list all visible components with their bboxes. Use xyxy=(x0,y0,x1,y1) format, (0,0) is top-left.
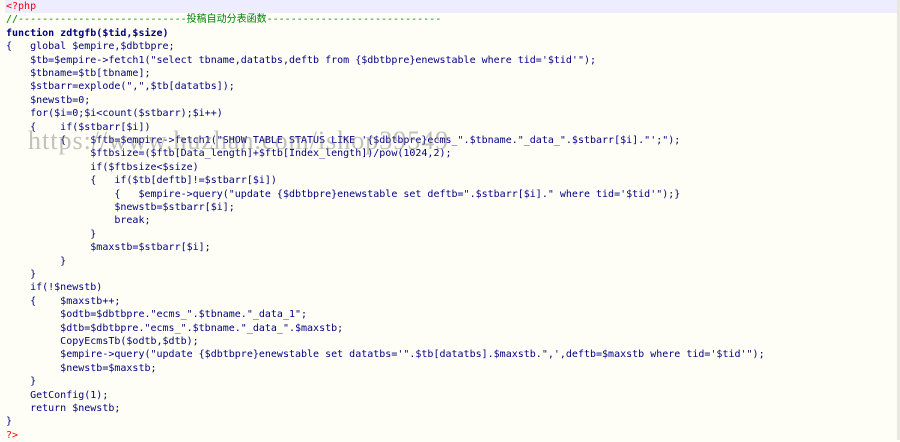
code-line[interactable]: { global $empire,$dbtbpre; xyxy=(6,40,175,53)
code-line[interactable]: $newstb=0; xyxy=(6,94,90,107)
code-line[interactable]: $empire->query("update {$dbtbpre}enewsta… xyxy=(6,348,764,361)
code-line[interactable]: { $empire->query("update {$dbtbpre}enews… xyxy=(6,188,680,201)
code-line[interactable]: $tbname=$tb[tbname]; xyxy=(6,67,150,80)
code-line[interactable]: $dtb=$dbtbpre."ecms_".$tbname."_data_".$… xyxy=(6,322,343,335)
code-line[interactable]: } xyxy=(6,375,36,388)
code-line[interactable]: $stbarr=explode(",",$tb[datatbs]); xyxy=(6,80,235,93)
code-line[interactable]: CopyEcmsTb($odtb,$dtb); xyxy=(6,335,198,348)
code-line[interactable]: { if($tb[deftb]!=$stbarr[$i]) xyxy=(6,174,277,187)
code-line[interactable]: if($ftbsize<$size) xyxy=(6,161,198,174)
watermark-text: https://www.huzhan.com/ishop39549 xyxy=(28,126,450,155)
code-line[interactable]: //----------------------------投稿自动分表函数--… xyxy=(6,13,441,26)
code-editor[interactable]: <?php//----------------------------投稿自动分… xyxy=(0,0,900,441)
code-line[interactable]: for($i=0;$i<count($stbarr);$i++) xyxy=(6,107,223,120)
code-line[interactable]: } xyxy=(6,228,96,241)
code-line[interactable]: if(!$newstb) xyxy=(6,281,102,294)
code-line[interactable]: return $newstb; xyxy=(6,402,120,415)
code-line[interactable]: GetConfig(1); xyxy=(6,389,108,402)
code-line[interactable]: } xyxy=(6,415,12,428)
code-line[interactable]: $tb=$empire->fetch1("select tbname,datat… xyxy=(6,54,596,67)
code-line[interactable]: $odtb=$dbtbpre."ecms_".$tbname."_data_1"… xyxy=(6,308,307,321)
code-line[interactable]: } xyxy=(6,268,36,281)
code-line[interactable]: $maxstb=$stbarr[$i]; xyxy=(6,241,210,254)
code-line[interactable]: $newstb=$maxstb; xyxy=(6,362,156,375)
code-line[interactable]: $newstb=$stbarr[$i]; xyxy=(6,201,234,214)
code-line[interactable]: } xyxy=(6,255,66,268)
code-line[interactable]: <?php xyxy=(6,0,36,13)
fold-gutter xyxy=(0,0,5,440)
code-line[interactable]: break; xyxy=(6,214,150,227)
code-line[interactable]: function zdtgfb($tid,$size) xyxy=(6,27,169,40)
current-line-highlight xyxy=(0,0,900,13)
code-line[interactable]: { $maxstb++; xyxy=(6,295,120,308)
